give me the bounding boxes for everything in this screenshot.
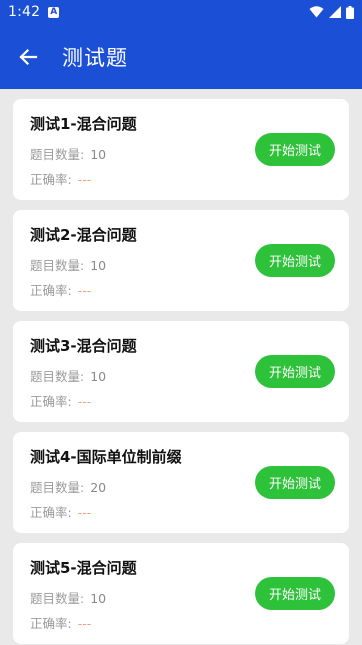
question-count-row: 题目数量: 10 (30, 255, 106, 274)
test-card[interactable]: 测试4-国际单位制前缀 题目数量: 20 正确率: --- 开始测试 (13, 432, 349, 533)
toolbar: 测试题 (0, 24, 362, 89)
question-count-value: 20 (90, 480, 107, 495)
question-count-label: 题目数量: (30, 147, 85, 162)
test-title: 测试5-混合问题 (30, 559, 137, 577)
accuracy-value: --- (77, 394, 92, 409)
start-test-button[interactable]: 开始测试 (255, 577, 335, 610)
accuracy-label: 正确率: (30, 283, 72, 298)
accuracy-row: 正确率: --- (30, 280, 91, 299)
battery-icon (346, 5, 354, 19)
accuracy-label: 正确率: (30, 616, 72, 631)
status-icons (309, 5, 354, 19)
test-title: 测试2-混合问题 (30, 226, 137, 244)
accuracy-row: 正确率: --- (30, 169, 91, 188)
question-count-row: 题目数量: 10 (30, 144, 106, 163)
status-time: 1:42 (8, 4, 41, 20)
question-count-value: 10 (90, 591, 107, 606)
notification-icon: A (48, 6, 60, 18)
test-card[interactable]: 测试5-混合问题 题目数量: 10 正确率: --- 开始测试 (13, 543, 349, 644)
signal-icon (329, 6, 341, 18)
accuracy-row: 正确率: --- (30, 391, 91, 410)
question-count-label: 题目数量: (30, 258, 85, 273)
accuracy-label: 正确率: (30, 394, 72, 409)
accuracy-row: 正确率: --- (30, 502, 91, 521)
app-bar: 1:42 A 测试题 (0, 0, 362, 89)
start-test-button[interactable]: 开始测试 (255, 355, 335, 388)
start-test-button[interactable]: 开始测试 (255, 133, 335, 166)
accuracy-value: --- (77, 505, 92, 520)
test-title: 测试1-混合问题 (30, 115, 137, 133)
question-count-row: 题目数量: 20 (30, 477, 106, 496)
test-title: 测试4-国际单位制前缀 (30, 448, 182, 466)
start-test-button[interactable]: 开始测试 (255, 466, 335, 499)
test-card[interactable]: 测试1-混合问题 题目数量: 10 正确率: --- 开始测试 (13, 99, 349, 200)
page-title: 测试题 (62, 45, 128, 70)
question-count-value: 10 (90, 147, 107, 162)
wifi-icon (309, 6, 324, 18)
accuracy-label: 正确率: (30, 505, 72, 520)
question-count-row: 题目数量: 10 (30, 366, 106, 385)
accuracy-value: --- (77, 172, 92, 187)
test-card[interactable]: 测试2-混合问题 题目数量: 10 正确率: --- 开始测试 (13, 210, 349, 311)
test-list: 测试1-混合问题 题目数量: 10 正确率: --- 开始测试 测试2-混合问题 题… (13, 99, 349, 645)
question-count-label: 题目数量: (30, 591, 85, 606)
test-card[interactable]: 测试3-混合问题 题目数量: 10 正确率: --- 开始测试 (13, 321, 349, 422)
status-bar: 1:42 A (0, 0, 362, 24)
accuracy-label: 正确率: (30, 172, 72, 187)
question-count-value: 10 (90, 258, 107, 273)
arrow-left-icon (19, 48, 38, 65)
back-button[interactable] (8, 37, 48, 77)
question-count-label: 题目数量: (30, 369, 85, 384)
question-count-row: 题目数量: 10 (30, 588, 106, 607)
test-title: 测试3-混合问题 (30, 337, 137, 355)
accuracy-value: --- (77, 283, 92, 298)
accuracy-value: --- (77, 616, 92, 631)
question-count-label: 题目数量: (30, 480, 85, 495)
start-test-button[interactable]: 开始测试 (255, 244, 335, 277)
accuracy-row: 正确率: --- (30, 613, 91, 632)
question-count-value: 10 (90, 369, 107, 384)
